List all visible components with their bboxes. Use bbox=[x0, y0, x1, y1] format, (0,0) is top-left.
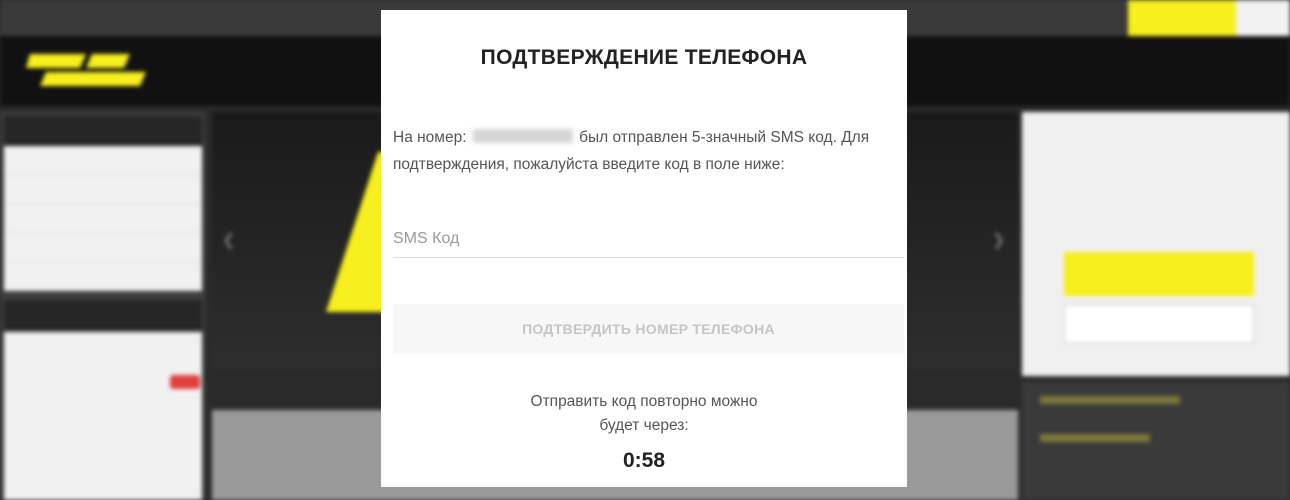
right-lower-panel bbox=[1022, 382, 1290, 500]
left-sidebar bbox=[0, 112, 205, 500]
phone-confirmation-modal: ПОДТВЕРЖДЕНИЕ ТЕЛЕФОНА На номер: был отп… bbox=[381, 10, 907, 487]
sidebar-header bbox=[4, 300, 202, 330]
right-lower-line bbox=[1040, 396, 1180, 404]
right-panel-yellow-button bbox=[1064, 252, 1254, 296]
login-button-bg bbox=[1236, 0, 1290, 36]
badge bbox=[170, 375, 200, 389]
sidebar-header bbox=[4, 116, 202, 146]
resend-line-1: Отправить код повторно можно bbox=[530, 393, 758, 410]
registration-button-bg bbox=[1128, 0, 1236, 36]
sidebar-item bbox=[4, 233, 202, 262]
logo-icon bbox=[26, 54, 146, 86]
resend-line-2: будет через: bbox=[599, 417, 689, 434]
right-panel-white-button bbox=[1064, 304, 1254, 344]
sidebar-list bbox=[4, 146, 202, 291]
sidebar-list bbox=[4, 332, 202, 500]
left-arrow-icon: ❮ bbox=[222, 232, 236, 249]
right-lower-line bbox=[1040, 434, 1150, 442]
resend-notice: Отправить код повторно можно будет через… bbox=[381, 390, 907, 438]
logo bbox=[26, 50, 158, 90]
sidebar-item bbox=[4, 146, 202, 175]
masked-phone-number bbox=[472, 129, 573, 143]
right-panel bbox=[1022, 112, 1290, 376]
message-prefix: На номер: bbox=[393, 129, 467, 146]
right-arrow-icon: ❯ bbox=[992, 232, 1006, 249]
sidebar-item bbox=[4, 204, 202, 233]
resend-timer: 0:58 bbox=[622, 449, 666, 472]
modal-message: На номер: был отправлен 5-значный SMS ко… bbox=[393, 124, 901, 178]
modal-title: ПОДТВЕРЖДЕНИЕ ТЕЛЕФОНА bbox=[480, 46, 808, 69]
sidebar-item bbox=[4, 262, 202, 291]
sms-code-input[interactable] bbox=[393, 220, 904, 258]
sidebar-item bbox=[4, 175, 202, 204]
confirm-phone-button[interactable]: ПОДТВЕРДИТЬ НОМЕР ТЕЛЕФОНА bbox=[393, 304, 904, 354]
